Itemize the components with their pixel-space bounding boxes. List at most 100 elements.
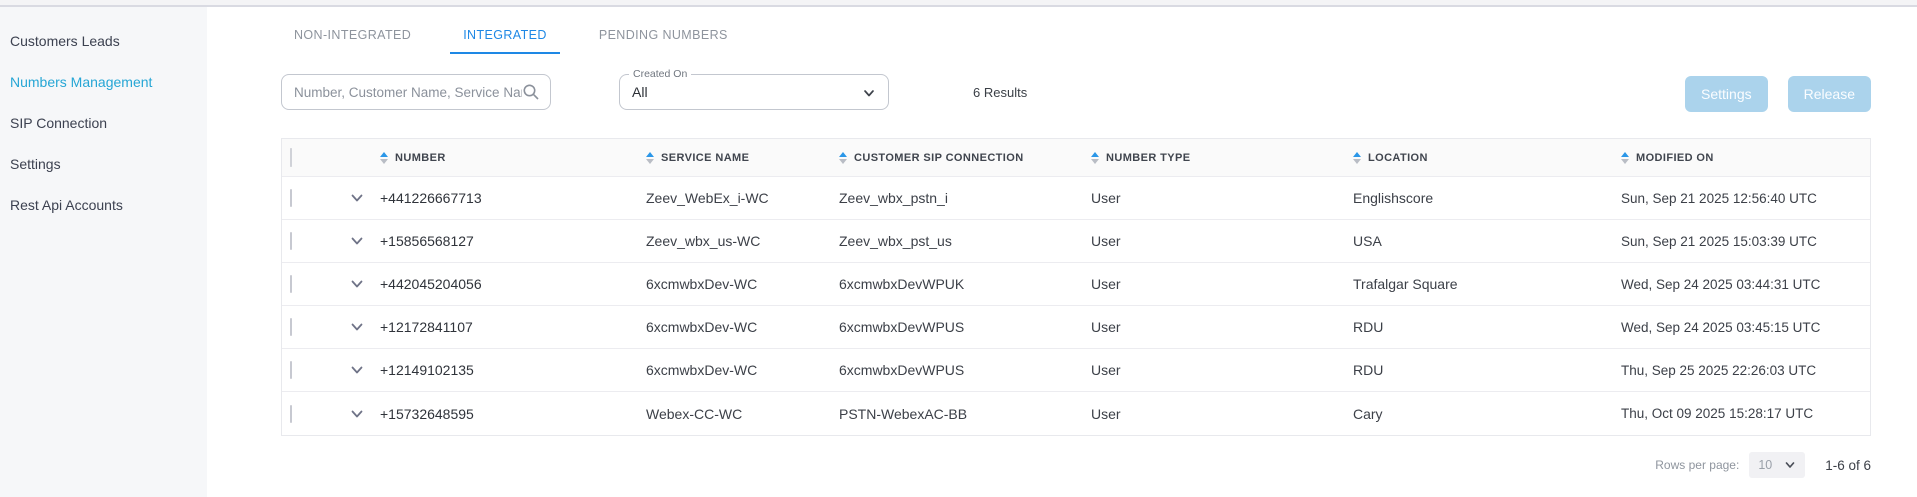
cell-number-type: User (1091, 190, 1353, 206)
table-row: +441226667713 Zeev_WebEx_i-WC Zeev_wbx_p… (282, 177, 1870, 220)
pagination: Rows per page: 10 1-6 of 6 (281, 452, 1871, 478)
row-checkbox[interactable] (290, 318, 292, 336)
row-select-cell (282, 233, 334, 249)
created-on-value: All (632, 84, 648, 100)
cell-modified-on: Sun, Sep 21 2025 12:56:40 UTC (1621, 191, 1870, 206)
cell-modified-on: Wed, Sep 24 2025 03:44:31 UTC (1621, 277, 1870, 292)
chevron-down-icon[interactable] (349, 190, 365, 206)
cell-location: RDU (1353, 362, 1621, 378)
cell-number: +15856568127 (380, 233, 646, 249)
cell-customer-sip-connection: PSTN-WebexAC-BB (839, 406, 1091, 422)
column-label: NUMBER (395, 152, 446, 164)
row-checkbox[interactable] (290, 232, 292, 250)
tab-bar: NON-INTEGRATED INTEGRATED PENDING NUMBER… (281, 26, 1917, 54)
column-header-modified-on[interactable]: MODIFIED ON (1621, 152, 1870, 164)
row-checkbox[interactable] (290, 405, 292, 423)
cell-number: +12149102135 (380, 362, 646, 378)
settings-button[interactable]: Settings (1685, 76, 1768, 112)
row-expand-cell (334, 362, 380, 378)
column-header-service-name[interactable]: SERVICE NAME (646, 152, 839, 164)
search-icon (522, 83, 540, 101)
row-expand-cell (334, 233, 380, 249)
rows-per-page-select[interactable]: 10 (1749, 452, 1805, 478)
cell-customer-sip-connection: Zeev_wbx_pstn_i (839, 190, 1091, 206)
column-label: LOCATION (1368, 152, 1428, 164)
release-button[interactable]: Release (1788, 76, 1871, 112)
search-box (281, 74, 551, 110)
cell-location: Englishscore (1353, 190, 1621, 206)
sort-icon (839, 152, 847, 164)
cell-number: +441226667713 (380, 190, 646, 206)
table-row: +15732648595 Webex-CC-WC PSTN-WebexAC-BB… (282, 392, 1870, 435)
cell-number-type: User (1091, 276, 1353, 292)
table-header: NUMBER SERVICE NAME CUSTOMER SIP CONNECT… (282, 139, 1870, 177)
main-content: NON-INTEGRATED INTEGRATED PENDING NUMBER… (207, 7, 1917, 497)
row-select-cell (282, 276, 334, 292)
cell-customer-sip-connection: 6xcmwbxDevWPUK (839, 276, 1091, 292)
column-header-location[interactable]: LOCATION (1353, 152, 1621, 164)
sidebar-item-customers-leads[interactable]: Customers Leads (0, 20, 207, 61)
sidebar-item-numbers-management[interactable]: Numbers Management (0, 61, 207, 102)
cell-location: Trafalgar Square (1353, 276, 1621, 292)
cell-modified-on: Thu, Oct 09 2025 15:28:17 UTC (1621, 406, 1870, 421)
cell-number: +12172841107 (380, 319, 646, 335)
cell-number-type: User (1091, 233, 1353, 249)
results-count: 6 Results (973, 85, 1027, 100)
cell-number-type: User (1091, 362, 1353, 378)
select-all-cell (282, 149, 334, 167)
sidebar-item-settings[interactable]: Settings (0, 143, 207, 184)
cell-modified-on: Sun, Sep 21 2025 15:03:39 UTC (1621, 234, 1870, 249)
chevron-down-icon[interactable] (349, 362, 365, 378)
cell-service-name: 6xcmwbxDev-WC (646, 319, 839, 335)
created-on-label: Created On (629, 68, 691, 80)
row-checkbox[interactable] (290, 189, 292, 207)
column-label: SERVICE NAME (661, 152, 749, 164)
cell-service-name: Zeev_wbx_us-WC (646, 233, 839, 249)
table-body: +441226667713 Zeev_WebEx_i-WC Zeev_wbx_p… (282, 177, 1870, 435)
column-label: MODIFIED ON (1636, 152, 1714, 164)
column-header-number-type[interactable]: NUMBER TYPE (1091, 152, 1353, 164)
row-select-cell (282, 319, 334, 335)
row-expand-cell (334, 406, 380, 422)
column-header-customer-sip-connection[interactable]: CUSTOMER SIP CONNECTION (839, 152, 1091, 164)
chevron-down-icon[interactable] (349, 319, 365, 335)
chevron-down-icon[interactable] (349, 276, 365, 292)
column-label: CUSTOMER SIP CONNECTION (854, 152, 1024, 164)
column-header-number[interactable]: NUMBER (380, 152, 646, 164)
sort-icon (1353, 152, 1361, 164)
select-all-checkbox[interactable] (290, 148, 292, 167)
cell-service-name: Webex-CC-WC (646, 406, 839, 422)
row-checkbox[interactable] (290, 361, 292, 379)
filter-row: Created On All 6 Results (281, 74, 1917, 110)
sidebar: Customers Leads Numbers Management SIP C… (0, 7, 207, 497)
tab-non-integrated[interactable]: NON-INTEGRATED (281, 26, 424, 54)
table-row: +15856568127 Zeev_wbx_us-WC Zeev_wbx_pst… (282, 220, 1870, 263)
rows-per-page-label: Rows per page: (1655, 458, 1739, 472)
top-strip (0, 0, 1917, 7)
sidebar-item-sip-connection[interactable]: SIP Connection (0, 102, 207, 143)
row-checkbox[interactable] (290, 275, 292, 293)
row-expand-cell (334, 319, 380, 335)
sidebar-item-rest-api-accounts[interactable]: Rest Api Accounts (0, 184, 207, 225)
pagination-range: 1-6 of 6 (1825, 458, 1871, 473)
column-label: NUMBER TYPE (1106, 152, 1190, 164)
cell-modified-on: Thu, Sep 25 2025 22:26:03 UTC (1621, 363, 1870, 378)
chevron-down-icon[interactable] (349, 233, 365, 249)
tab-integrated[interactable]: INTEGRATED (450, 26, 560, 54)
row-select-cell (282, 406, 334, 422)
cell-customer-sip-connection: 6xcmwbxDevWPUS (839, 362, 1091, 378)
cell-number-type: User (1091, 319, 1353, 335)
search-input[interactable] (294, 85, 522, 100)
row-select-cell (282, 190, 334, 206)
cell-number-type: User (1091, 406, 1353, 422)
cell-number: +442045204056 (380, 276, 646, 292)
tab-pending-numbers[interactable]: PENDING NUMBERS (586, 26, 741, 54)
sort-icon (1091, 152, 1099, 164)
sort-icon (646, 152, 654, 164)
chevron-down-icon[interactable] (349, 406, 365, 422)
created-on-select[interactable]: Created On All (619, 74, 889, 110)
cell-service-name: Zeev_WebEx_i-WC (646, 190, 839, 206)
table-row: +12149102135 6xcmwbxDev-WC 6xcmwbxDevWPU… (282, 349, 1870, 392)
chevron-down-icon (862, 86, 876, 100)
chevron-down-icon (1784, 459, 1796, 471)
